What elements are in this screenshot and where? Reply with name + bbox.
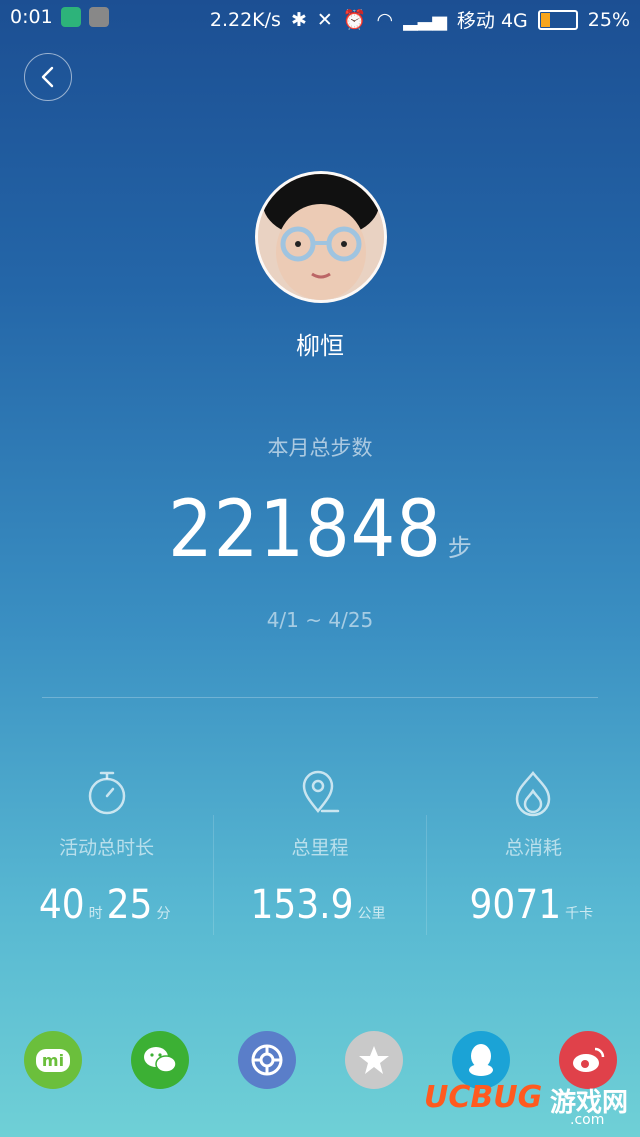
steps-row: 221848 步: [0, 485, 640, 575]
flame-icon: [516, 770, 551, 817]
stopwatch-icon: [88, 771, 125, 815]
distance-value: 153.9: [250, 882, 354, 928]
wechat-icon: [144, 1047, 177, 1073]
qq-penguin-icon: [469, 1044, 493, 1076]
location-pin-icon: [302, 770, 340, 813]
carrier: 移动 4G: [456, 10, 528, 32]
chevron-left-icon: [41, 66, 54, 88]
weibo-icon: [573, 1047, 605, 1072]
calories-value: 9071: [469, 882, 562, 928]
alarm-icon: ⏰: [342, 9, 367, 31]
bluetooth-icon: ✱: [290, 8, 307, 31]
duration-label: 活动总时长: [59, 837, 155, 859]
back-button[interactable]: [24, 53, 72, 101]
battery-percent: 25%: [587, 8, 630, 31]
share-qzone-button[interactable]: [345, 1031, 403, 1089]
duration-minutes: 25: [106, 882, 153, 928]
watermark-domain: .com: [570, 1112, 605, 1128]
stats-row: 活动总时长 40 时 25 分 总里程 153.9 公里 总消耗 9071 千卡: [0, 765, 640, 945]
app-notification-icon: [88, 7, 109, 27]
mi-icon: mi: [35, 1048, 71, 1072]
stat-distance: 总里程 153.9 公里: [213, 765, 426, 945]
shield-icon: [60, 7, 81, 27]
share-wechat-button[interactable]: [131, 1031, 189, 1089]
status-bar: 0:01 2.22K/s ✱ ✕ ⏰ ◠ ▂▃▅ 移动 4G 25%: [0, 0, 640, 36]
status-time: 0:01: [10, 6, 53, 28]
battery-icon: [537, 9, 578, 30]
signal-icon: ▂▃▅: [403, 8, 447, 31]
monthly-steps-label: 本月总步数: [267, 436, 373, 460]
total-steps: 221848: [168, 485, 442, 575]
share-moments-button[interactable]: [238, 1031, 296, 1089]
avatar-image: [258, 174, 384, 300]
user-name: 柳恒: [296, 332, 344, 360]
date-range: 4/1 ~ 4/25: [266, 608, 374, 632]
share-mi-button[interactable]: mi: [24, 1031, 82, 1089]
calories-label: 总消耗: [504, 837, 562, 859]
duration-hours: 40: [38, 882, 85, 928]
stat-calories: 总消耗 9071 千卡: [427, 765, 640, 945]
minutes-unit: 分: [156, 906, 171, 922]
mute-icon: ✕: [316, 8, 333, 31]
stat-duration: 活动总时长 40 时 25 分: [0, 765, 213, 945]
steps-unit: 步: [447, 534, 472, 562]
avatar[interactable]: [255, 171, 387, 303]
calories-unit: 千卡: [565, 906, 594, 922]
moments-icon: [251, 1044, 283, 1076]
watermark-logo: UCBUG 游戏网 .com: [420, 1080, 640, 1130]
network-speed: 2.22K/s: [209, 8, 281, 31]
wifi-icon: ◠: [376, 8, 394, 31]
watermark-brand: UCBUG: [424, 1080, 543, 1115]
distance-unit: 公里: [357, 906, 386, 922]
hours-unit: 时: [88, 906, 103, 922]
divider: [42, 697, 598, 698]
star-icon: [359, 1046, 389, 1074]
distance-label: 总里程: [291, 837, 349, 859]
